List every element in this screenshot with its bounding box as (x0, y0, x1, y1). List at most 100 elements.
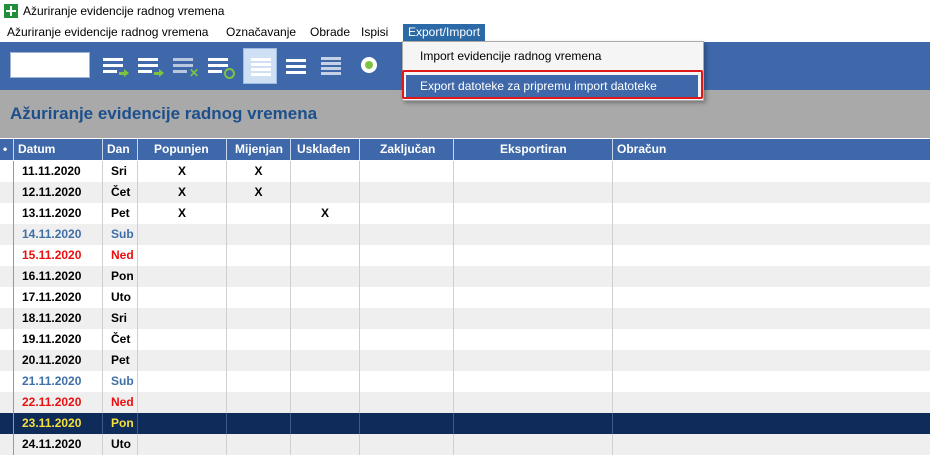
cell-datum[interactable]: 23.11.2020 (14, 413, 103, 434)
cell-obracun[interactable] (613, 308, 930, 329)
cell-mijenjan[interactable] (227, 413, 291, 434)
cell-uskladen[interactable] (291, 371, 360, 392)
cell-dan[interactable]: Sub (103, 371, 138, 392)
cell-mijenjan[interactable]: X (227, 161, 291, 182)
table-row[interactable]: 24.11.2020 Uto (0, 434, 930, 455)
table-row[interactable]: 21.11.2020 Sub (0, 371, 930, 392)
cell-uskladen[interactable] (291, 329, 360, 350)
cell-popunjen[interactable]: X (138, 203, 227, 224)
row-selector[interactable] (0, 161, 14, 182)
row-selector[interactable] (0, 266, 14, 287)
cell-zakljucan[interactable] (360, 434, 454, 455)
cell-popunjen[interactable] (138, 224, 227, 245)
menu-ispisi[interactable]: Ispisi (356, 24, 393, 41)
row-selector[interactable] (0, 245, 14, 266)
cell-uskladen[interactable] (291, 287, 360, 308)
cell-uskladen[interactable] (291, 350, 360, 371)
cell-popunjen[interactable] (138, 434, 227, 455)
cell-zakljucan[interactable] (360, 245, 454, 266)
cell-uskladen[interactable] (291, 182, 360, 203)
cell-datum[interactable]: 15.11.2020 (14, 245, 103, 266)
cell-popunjen[interactable]: X (138, 161, 227, 182)
col-eksportiran[interactable]: Eksportiran (454, 139, 613, 160)
list-refresh-icon[interactable] (205, 51, 235, 81)
cell-zakljucan[interactable] (360, 371, 454, 392)
cell-zakljucan[interactable] (360, 308, 454, 329)
row-selector[interactable] (0, 392, 14, 413)
cell-obracun[interactable] (613, 371, 930, 392)
row-selector[interactable] (0, 350, 14, 371)
cell-dan[interactable]: Čet (103, 329, 138, 350)
cell-mijenjan[interactable] (227, 329, 291, 350)
table-row[interactable]: 22.11.2020 Ned (0, 392, 930, 413)
cell-zakljucan[interactable] (360, 203, 454, 224)
cell-eksportiran[interactable] (454, 266, 613, 287)
menu-obrade[interactable]: Obrade (305, 24, 355, 41)
cell-uskladen[interactable] (291, 161, 360, 182)
row-selector[interactable] (0, 287, 14, 308)
cell-dan[interactable]: Pon (103, 413, 138, 434)
cell-dan[interactable]: Pet (103, 350, 138, 371)
cell-uskladen[interactable] (291, 266, 360, 287)
cell-dan[interactable]: Pet (103, 203, 138, 224)
table-row[interactable]: 17.11.2020 Uto (0, 287, 930, 308)
list-arrow-right-icon[interactable] (100, 51, 130, 81)
cell-obracun[interactable] (613, 266, 930, 287)
cell-obracun[interactable] (613, 413, 930, 434)
menu-oznacavanje[interactable]: Označavanje (221, 24, 301, 41)
cell-datum[interactable]: 11.11.2020 (14, 161, 103, 182)
cell-zakljucan[interactable] (360, 392, 454, 413)
table-row[interactable]: 16.11.2020 Pon (0, 266, 930, 287)
table-row[interactable]: 19.11.2020 Čet (0, 329, 930, 350)
cell-mijenjan[interactable] (227, 203, 291, 224)
record-circle-icon[interactable] (357, 51, 387, 81)
cell-datum[interactable]: 21.11.2020 (14, 371, 103, 392)
col-obracun[interactable]: Obračun (613, 139, 930, 160)
cell-eksportiran[interactable] (454, 413, 613, 434)
cell-obracun[interactable] (613, 392, 930, 413)
cell-mijenjan[interactable] (227, 308, 291, 329)
col-mijenjan[interactable]: Mijenjan (227, 139, 291, 160)
cell-dan[interactable]: Uto (103, 434, 138, 455)
cell-dan[interactable]: Ned (103, 392, 138, 413)
cell-eksportiran[interactable] (454, 224, 613, 245)
col-dan[interactable]: Dan (103, 139, 138, 160)
cell-mijenjan[interactable]: X (227, 182, 291, 203)
cell-popunjen[interactable] (138, 371, 227, 392)
cell-datum[interactable]: 13.11.2020 (14, 203, 103, 224)
table-row[interactable]: 13.11.2020 Pet X X (0, 203, 930, 224)
cell-obracun[interactable] (613, 182, 930, 203)
cell-uskladen[interactable] (291, 245, 360, 266)
cell-mijenjan[interactable] (227, 392, 291, 413)
cell-zakljucan[interactable] (360, 161, 454, 182)
cell-popunjen[interactable] (138, 266, 227, 287)
cell-popunjen[interactable] (138, 329, 227, 350)
cell-dan[interactable]: Ned (103, 245, 138, 266)
table-row[interactable]: 12.11.2020 Čet X X (0, 182, 930, 203)
cell-obracun[interactable] (613, 224, 930, 245)
col-popunjen[interactable]: Popunjen (138, 139, 227, 160)
cell-uskladen[interactable] (291, 434, 360, 455)
dropdown-item-import[interactable]: Import evidencije radnog vremena (406, 45, 698, 67)
cell-eksportiran[interactable] (454, 434, 613, 455)
cell-mijenjan[interactable] (227, 266, 291, 287)
cell-obracun[interactable] (613, 245, 930, 266)
cell-zakljucan[interactable] (360, 182, 454, 203)
cell-zakljucan[interactable] (360, 287, 454, 308)
cell-obracun[interactable] (613, 161, 930, 182)
cell-popunjen[interactable] (138, 308, 227, 329)
cell-zakljucan[interactable] (360, 266, 454, 287)
row-selector[interactable] (0, 434, 14, 455)
cell-eksportiran[interactable] (454, 182, 613, 203)
cell-mijenjan[interactable] (227, 434, 291, 455)
table-row[interactable]: 18.11.2020 Sri (0, 308, 930, 329)
cell-datum[interactable]: 18.11.2020 (14, 308, 103, 329)
row-selector[interactable] (0, 413, 14, 434)
cell-uskladen[interactable] (291, 413, 360, 434)
cell-mijenjan[interactable] (227, 224, 291, 245)
cell-uskladen[interactable]: X (291, 203, 360, 224)
cell-popunjen[interactable] (138, 350, 227, 371)
cell-eksportiran[interactable] (454, 245, 613, 266)
cell-obracun[interactable] (613, 203, 930, 224)
cell-obracun[interactable] (613, 434, 930, 455)
